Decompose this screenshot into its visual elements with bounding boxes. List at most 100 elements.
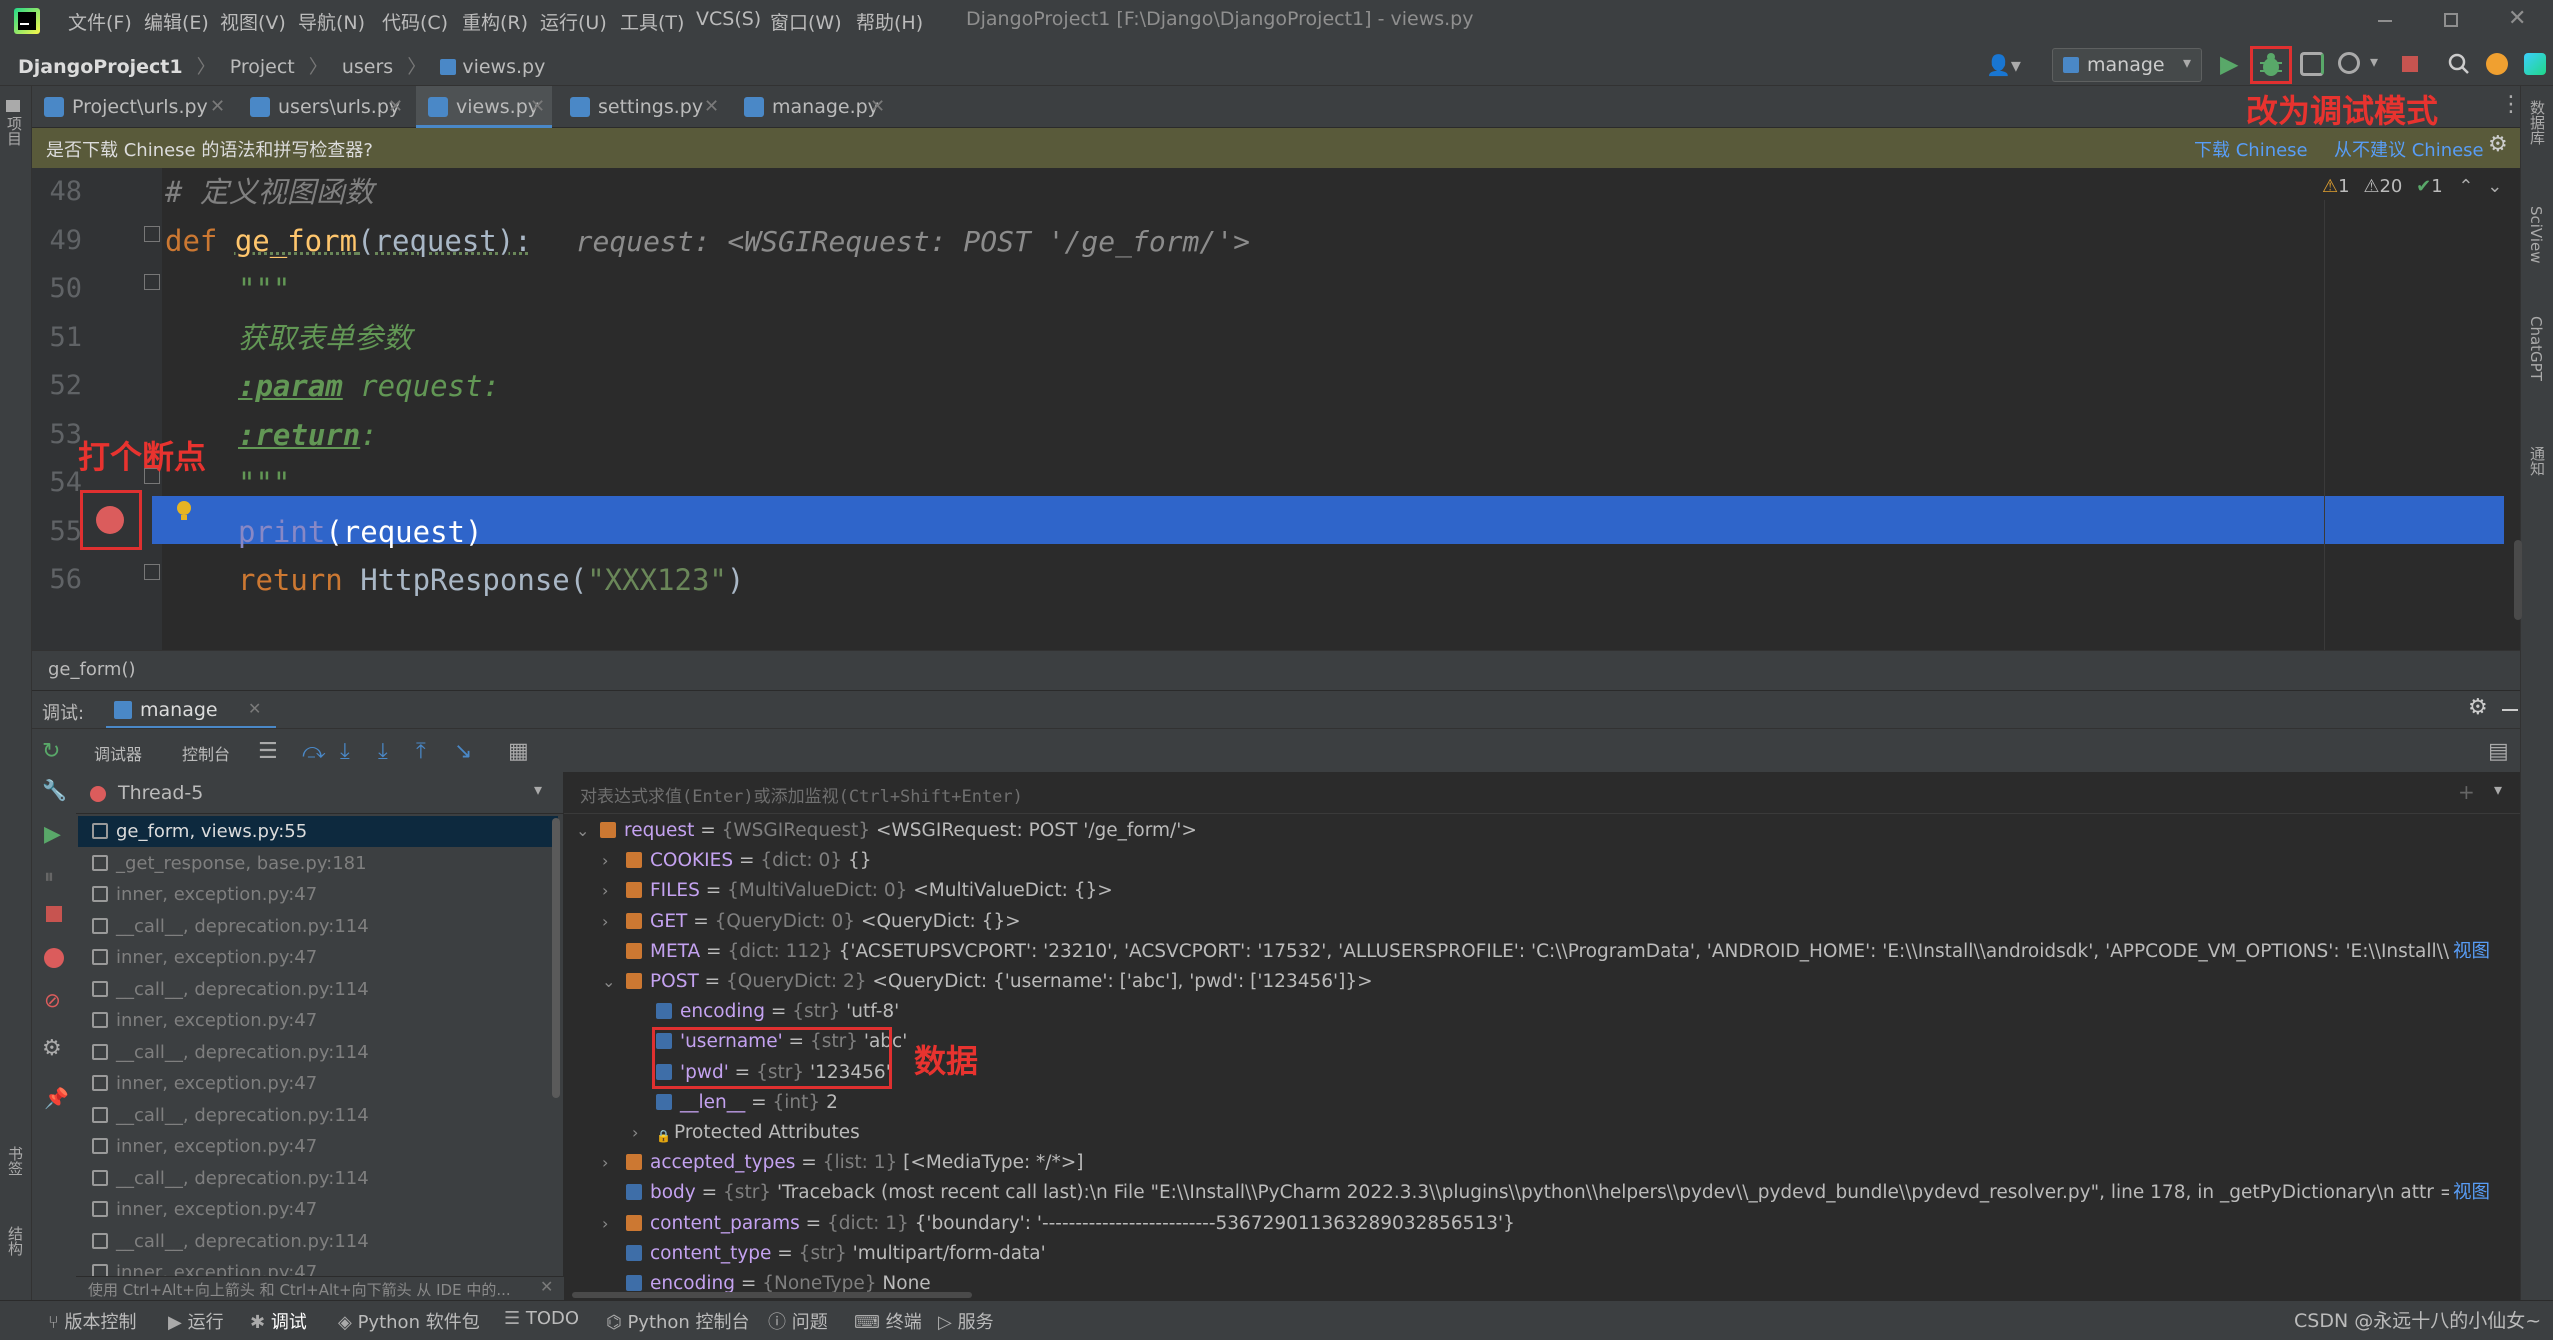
frames-scrollbar[interactable] <box>552 818 560 1098</box>
tool-window-button[interactable]: ◈ Python 软件包 <box>338 1308 480 1334</box>
bookmarks-tool-window[interactable]: 书签 <box>6 1146 26 1176</box>
editor-tab[interactable]: settings.py ✕ <box>558 86 726 128</box>
run-to-cursor-icon[interactable]: ↘ <box>454 739 472 764</box>
debug-session-tab[interactable]: manage ✕ <box>106 691 276 729</box>
menu-item[interactable]: 重构(R) <box>462 8 528 35</box>
view-breakpoints-icon[interactable] <box>44 948 64 968</box>
fold-marker-icon[interactable] <box>144 564 160 580</box>
editor-breadcrumb[interactable]: ge_form() <box>48 659 136 680</box>
never-suggest-link[interactable]: 从不建议 Chinese <box>2334 136 2484 162</box>
variable-row[interactable]: › content_params = {dict: 1} {'boundary':… <box>602 1209 1515 1239</box>
close-icon[interactable]: ✕ <box>540 1277 553 1296</box>
collapse-icon[interactable]: ⌄ <box>602 967 615 997</box>
restore-icon[interactable] <box>2444 13 2458 27</box>
chevron-up-icon[interactable]: ⌃ <box>2458 176 2473 197</box>
fold-marker-icon[interactable] <box>144 274 160 290</box>
tool-window-button[interactable]: ✱ 调试 <box>250 1308 307 1334</box>
pin-icon[interactable]: 📌 <box>44 1086 69 1110</box>
step-into-icon[interactable]: ⤓ <box>340 739 350 764</box>
tab-debugger[interactable]: 调试器 <box>94 741 142 765</box>
close-icon[interactable]: ✕ <box>248 699 261 718</box>
view-link[interactable]: 视图 <box>2448 936 2490 967</box>
variable-row[interactable]: content_type = {str} 'multipart/form-dat… <box>626 1239 1046 1269</box>
menu-item[interactable]: 运行(U) <box>540 8 607 35</box>
menu-item[interactable]: 视图(V) <box>220 8 286 35</box>
fold-marker-icon[interactable] <box>144 226 160 242</box>
frame-item[interactable]: inner, exception.py:47 <box>78 1005 558 1036</box>
tool-window-button[interactable]: ▷ 服务 <box>938 1308 994 1334</box>
evaluate-input[interactable]: 对表达式求值(Enter)或添加监视(Ctrl+Shift+Enter) + ▾ <box>564 772 2520 814</box>
menu-item[interactable]: 窗口(W) <box>770 8 842 35</box>
profile-icon[interactable] <box>2338 52 2360 74</box>
tool-window-button[interactable]: ▶ 运行 <box>168 1308 224 1334</box>
stop-icon[interactable] <box>2402 56 2418 72</box>
chevron-down-icon[interactable]: ▾ <box>2494 780 2502 799</box>
frame-item[interactable]: _get_response, base.py:181 <box>78 848 558 879</box>
resume-icon[interactable]: ▶ <box>44 822 61 847</box>
tool-window-button[interactable]: ⌨ 终端 <box>854 1308 922 1334</box>
tab-console[interactable]: 控制台 <box>182 741 230 765</box>
coverage-icon[interactable] <box>2300 52 2324 76</box>
chevron-down-icon[interactable]: ⌄ <box>2487 176 2502 197</box>
rerun-icon[interactable]: ↻ <box>42 739 60 764</box>
minimize-icon[interactable] <box>2378 20 2392 22</box>
step-into-my-code-icon[interactable]: ⤓ <box>378 739 388 764</box>
frame-item[interactable]: __call__, deprecation.py:114 <box>78 974 558 1005</box>
expand-icon[interactable]: › <box>602 876 608 906</box>
close-tab-icon[interactable]: ✕ <box>530 86 545 128</box>
project-tool-window[interactable]: 项目 <box>5 100 26 149</box>
expand-icon[interactable]: › <box>602 1148 608 1178</box>
variable-row[interactable]: ›META = {dict: 112} {'ACSETUPSVCPORT': '… <box>626 936 2490 967</box>
evaluate-expression-icon[interactable]: ▦ <box>508 739 529 764</box>
editor-tab[interactable]: Project\urls.py ✕ <box>32 86 232 128</box>
frame-item[interactable]: __call__, deprecation.py:114 <box>78 1100 558 1131</box>
step-over-icon[interactable]: ⤼ <box>302 739 326 764</box>
thread-selector[interactable]: Thread-5 ▾ <box>76 772 564 814</box>
frame-item[interactable]: inner, exception.py:47 <box>78 942 558 973</box>
frame-item[interactable]: inner, exception.py:47 <box>78 1131 558 1162</box>
menu-item[interactable]: 编辑(E) <box>144 8 209 35</box>
menu-item[interactable]: 文件(F) <box>68 8 132 35</box>
collapse-icon[interactable]: ⌄ <box>576 816 589 846</box>
download-chinese-link[interactable]: 下载 Chinese <box>2194 136 2308 162</box>
sciview-tool-window[interactable]: SciView <box>2527 206 2545 264</box>
user-icon[interactable]: 👤▾ <box>1986 53 2021 77</box>
editor-tab[interactable]: manage.py ✕ <box>732 86 892 128</box>
frame-item[interactable]: inner, exception.py:47 <box>78 1194 558 1225</box>
variable-row[interactable]: __len__ = {int} 2 <box>656 1088 838 1118</box>
menu-item[interactable]: 代码(C) <box>382 8 448 35</box>
variable-row[interactable]: ⌄ request = {WSGIRequest} <WSGIRequest: P… <box>576 816 1197 846</box>
run-config-selector[interactable]: manage ▾ <box>2052 48 2202 82</box>
gear-icon[interactable]: ⚙ <box>2488 132 2508 157</box>
expand-icon[interactable]: › <box>602 846 608 876</box>
breadcrumb-project[interactable]: DjangoProject1 <box>18 56 183 78</box>
frame-item[interactable]: ge_form, views.py:55 <box>78 816 558 847</box>
frames-menu-icon[interactable]: ☰ <box>258 739 278 764</box>
lightbulb-icon[interactable] <box>176 500 192 524</box>
close-tab-icon[interactable]: ✕ <box>388 86 403 128</box>
tool-window-button[interactable]: ☰ TODO <box>504 1308 579 1329</box>
editor-tab[interactable]: users\urls.py ✕ <box>238 86 410 128</box>
frame-item[interactable]: __call__, deprecation.py:114 <box>78 1163 558 1194</box>
close-window-icon[interactable]: ✕ <box>2508 6 2526 31</box>
variable-row[interactable]: encoding = {str} 'utf-8' <box>656 997 899 1027</box>
variable-row[interactable]: › FILES = {MultiValueDict: 0} <MultiValue… <box>602 876 1113 906</box>
mute-breakpoints-icon[interactable]: ⊘ <box>44 988 61 1012</box>
close-tab-icon[interactable]: ✕ <box>870 86 885 128</box>
vars-hscrollbar[interactable] <box>572 1292 972 1298</box>
menu-item[interactable]: 工具(T) <box>620 8 684 35</box>
structure-tool-window[interactable]: 结构 <box>6 1226 26 1256</box>
pause-icon[interactable]: ⏸ <box>44 864 54 888</box>
layout-icon[interactable]: ▤ <box>2488 739 2509 764</box>
frame-item[interactable]: inner, exception.py:47 <box>78 1068 558 1099</box>
more-tabs-icon[interactable]: ⋮ <box>2500 92 2522 117</box>
frame-item[interactable]: __call__, deprecation.py:114 <box>78 911 558 942</box>
run-icon[interactable]: ▶ <box>2220 50 2238 78</box>
gear-icon[interactable]: ⚙ <box>2468 695 2488 720</box>
menu-item[interactable]: VCS(S) <box>696 8 761 30</box>
breadcrumb-item-views[interactable]: views.py <box>462 56 545 78</box>
stop-icon[interactable] <box>46 906 62 922</box>
chatgpt-tool-window[interactable]: ChatGPT <box>2527 316 2545 381</box>
breadcrumb-item-users[interactable]: users <box>342 56 393 78</box>
chevron-down-icon[interactable]: ▾ <box>2370 52 2378 71</box>
